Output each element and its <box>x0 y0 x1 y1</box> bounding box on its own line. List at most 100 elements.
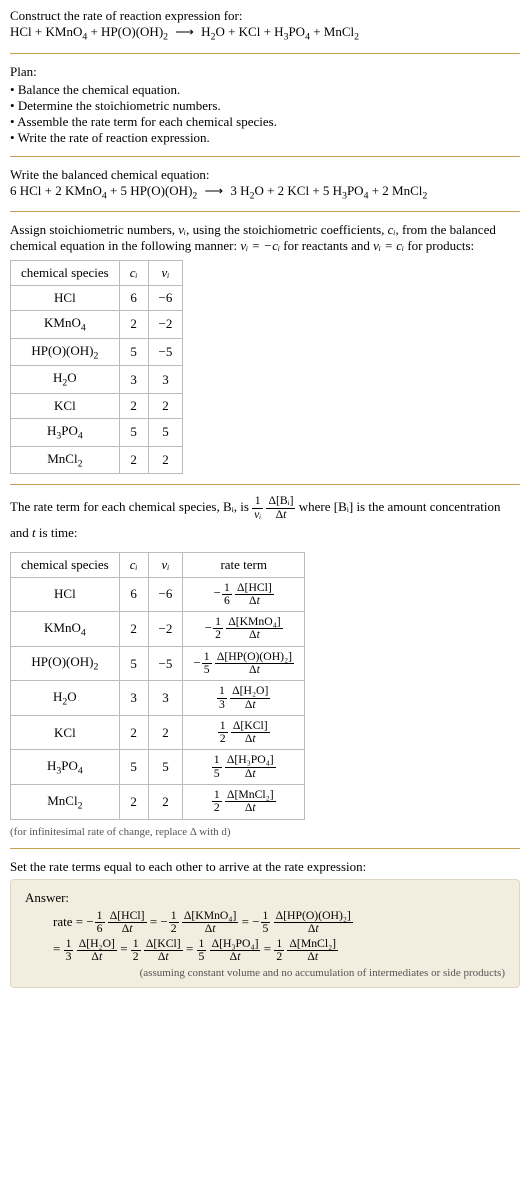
divider <box>10 53 520 54</box>
rateterm-table: chemical species cᵢ νᵢ rate term HCl 6 −… <box>10 552 305 820</box>
eq-sep: = <box>120 941 131 956</box>
cell-c: 6 <box>119 286 148 311</box>
table-row: H3PO455 <box>11 418 183 446</box>
balanced-section: Write the balanced chemical equation: 6 … <box>10 167 520 202</box>
cell-species: KMnO4 <box>11 311 120 339</box>
cell-nu: 2 <box>148 446 183 474</box>
divider <box>10 484 520 485</box>
cell-species: HP(O)(OH)2 <box>11 338 120 366</box>
arrow-icon: ⟶ <box>175 24 194 40</box>
frac-1-over-nu: 1νᵢ <box>252 495 263 521</box>
table-row: MnCl222 <box>11 446 183 474</box>
col-species: chemical species <box>11 552 120 577</box>
table-row: HCl 6 −6 −16 Δ[HCl]Δt <box>11 577 305 612</box>
cell-c: 3 <box>119 681 148 716</box>
rate-expression-line2: = 13 Δ[H₂O]Δt = 12 Δ[KCl]Δt = 15 Δ[H₃PO₄… <box>53 937 505 963</box>
stoich-intro: Assign stoichiometric numbers, νᵢ, using… <box>10 222 520 254</box>
intro-section: Construct the rate of reaction expressio… <box>10 8 520 43</box>
relation-products: νᵢ = cᵢ <box>373 238 404 253</box>
divider <box>10 848 520 849</box>
cell-c: 5 <box>119 750 148 785</box>
cell-c: 5 <box>119 418 148 446</box>
cell-rateterm: −16 Δ[HCl]Δt <box>183 577 305 612</box>
cell-species: MnCl2 <box>11 446 120 474</box>
col-species: chemical species <box>11 261 120 286</box>
cell-rateterm: −15 Δ[HP(O)(OH)₂]Δt <box>183 646 305 681</box>
cell-c: 5 <box>119 338 148 366</box>
table-row: KMnO4 2 −2 −12 Δ[KMnO₄]Δt <box>11 612 305 647</box>
text: for reactants and <box>280 238 373 253</box>
stoich-section: Assign stoichiometric numbers, νᵢ, using… <box>10 222 520 474</box>
cell-c: 2 <box>119 393 148 418</box>
cell-species: KMnO4 <box>11 612 120 647</box>
cell-nu: 3 <box>148 366 183 394</box>
divider <box>10 211 520 212</box>
plan-item: Assemble the rate term for each chemical… <box>10 114 520 130</box>
cell-nu: −2 <box>148 311 183 339</box>
cell-rateterm: 15 Δ[H₃PO₄]Δt <box>183 750 305 785</box>
cell-c: 2 <box>119 612 148 647</box>
cell-nu: −5 <box>148 338 183 366</box>
eq-sep: = <box>53 941 64 956</box>
cell-c: 2 <box>119 715 148 750</box>
text: Assign stoichiometric numbers, <box>10 222 178 237</box>
table-row: H2O 3 3 13 Δ[H₂O]Δt <box>11 681 305 716</box>
cell-nu: 5 <box>148 750 183 785</box>
plan-section: Plan: Balance the chemical equation. Det… <box>10 64 520 146</box>
plan-item: Determine the stoichiometric numbers. <box>10 98 520 114</box>
arrow-icon: ⟶ <box>205 183 224 199</box>
table-header-row: chemical species cᵢ νᵢ <box>11 261 183 286</box>
table-row: HP(O)(OH)2 5 −5 −15 Δ[HP(O)(OH)₂]Δt <box>11 646 305 681</box>
cell-species: H3PO4 <box>11 750 120 785</box>
cell-c: 3 <box>119 366 148 394</box>
balanced-equation: 6 HCl + 2 KMnO4 + 5 HP(O)(OH)2 ⟶ 3 H2O +… <box>10 183 520 202</box>
c-i: cᵢ <box>388 222 396 237</box>
cell-nu: 2 <box>148 785 183 820</box>
text: is time: <box>36 525 78 540</box>
eq-sep: = <box>150 914 161 929</box>
eq-sep: = <box>242 914 253 929</box>
cell-species: H3PO4 <box>11 418 120 446</box>
table-row: KMnO42−2 <box>11 311 183 339</box>
plan-item: Balance the chemical equation. <box>10 82 520 98</box>
cell-c: 6 <box>119 577 148 612</box>
rateterm-section: The rate term for each chemical species,… <box>10 495 520 837</box>
col-nu: νᵢ <box>148 552 183 577</box>
table-header-row: chemical species cᵢ νᵢ rate term <box>11 552 305 577</box>
table-row: HCl6−6 <box>11 286 183 311</box>
cell-nu: 5 <box>148 418 183 446</box>
text: , using the stoichiometric coefficients, <box>186 222 388 237</box>
cell-species: H2O <box>11 366 120 394</box>
nu-i: νᵢ <box>178 222 186 237</box>
cell-nu: 2 <box>148 715 183 750</box>
table-row: H3PO4 5 5 15 Δ[H₃PO₄]Δt <box>11 750 305 785</box>
eq-sep: = <box>264 941 275 956</box>
balanced-rhs: 3 H2O + 2 KCl + 5 H3PO4 + 2 MnCl2 <box>230 183 427 198</box>
cell-species: KCl <box>11 715 120 750</box>
cell-species: HP(O)(OH)2 <box>11 646 120 681</box>
col-c: cᵢ <box>119 261 148 286</box>
cell-species: MnCl2 <box>11 785 120 820</box>
cell-nu: 2 <box>148 393 183 418</box>
cell-c: 2 <box>119 446 148 474</box>
rate-expression-line1: rate = −16 Δ[HCl]Δt = −12 Δ[KMnO₄]Δt = −… <box>53 910 505 936</box>
cell-nu: −5 <box>148 646 183 681</box>
cell-rateterm: 12 Δ[MnCl₂]Δt <box>183 785 305 820</box>
frac-dBi-dt: Δ[Bᵢ]Δt <box>266 495 295 521</box>
cell-species: HCl <box>11 286 120 311</box>
cell-nu: −6 <box>148 286 183 311</box>
rateterm-intro: The rate term for each chemical species,… <box>10 495 520 545</box>
cell-species: H2O <box>11 681 120 716</box>
final-section: Set the rate terms equal to each other t… <box>10 859 520 989</box>
cell-nu: 3 <box>148 681 183 716</box>
cell-species: KCl <box>11 393 120 418</box>
eq-sep: = <box>76 914 87 929</box>
text: The rate term for each chemical species,… <box>10 499 252 514</box>
table-row: KCl 2 2 12 Δ[KCl]Δt <box>11 715 305 750</box>
answer-label: Answer: <box>25 890 505 906</box>
rate-label: rate <box>53 914 72 929</box>
cell-c: 2 <box>119 311 148 339</box>
table-row: KCl22 <box>11 393 183 418</box>
eq-sep: = <box>186 941 197 956</box>
col-rateterm: rate term <box>183 552 305 577</box>
